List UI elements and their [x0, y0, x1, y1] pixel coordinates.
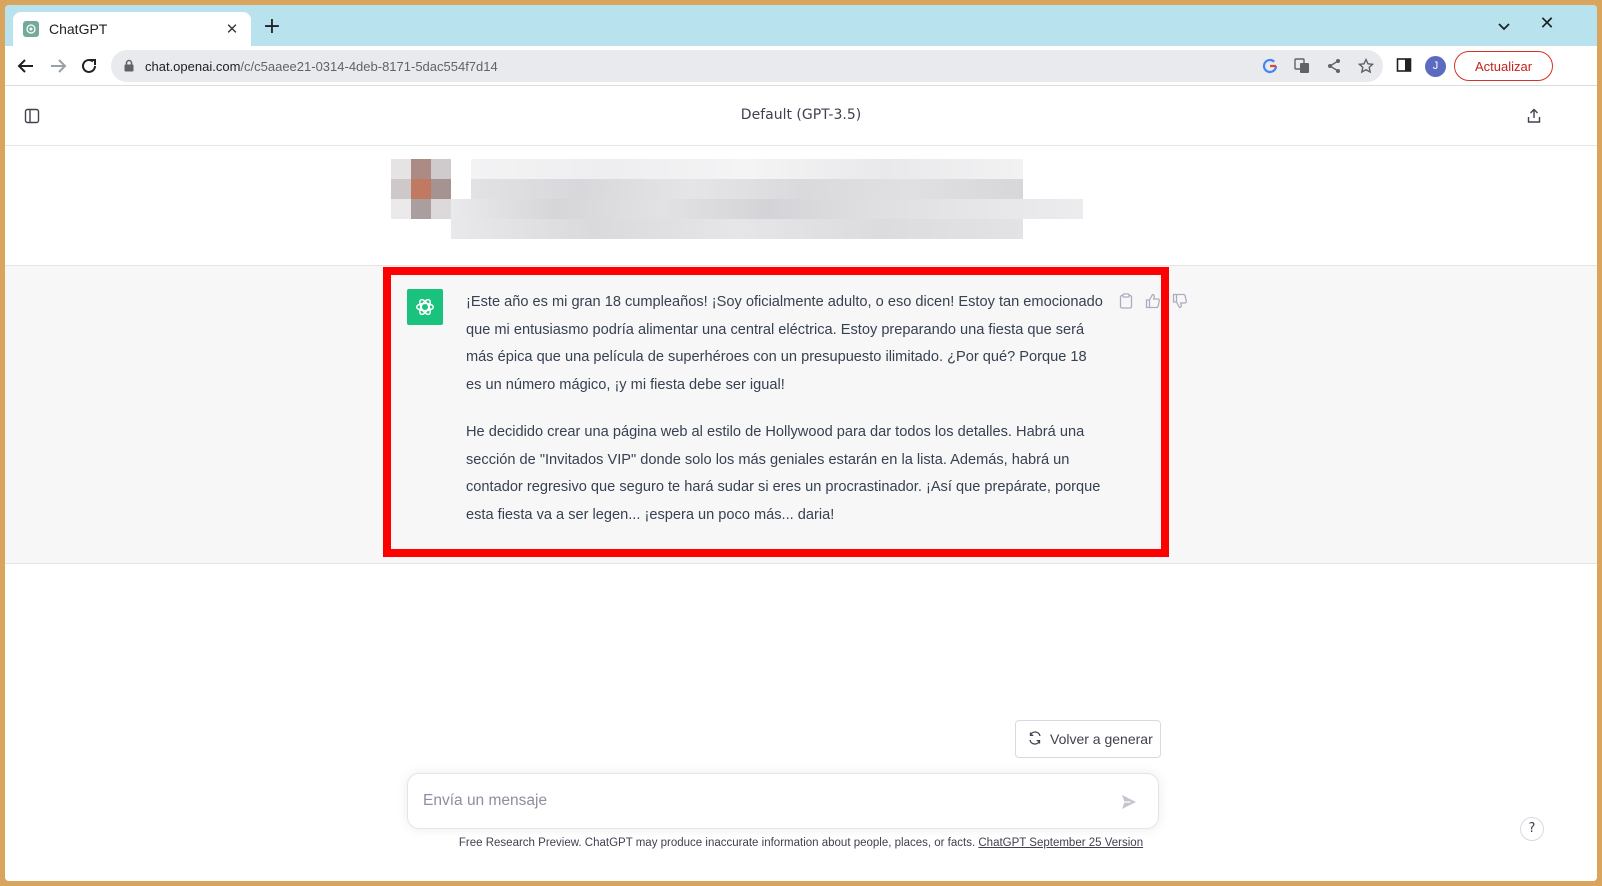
url-text: chat.openai.com/c/c5aaee21-0314-4deb-817…	[145, 59, 498, 74]
chatgpt-avatar	[407, 289, 443, 325]
bookmark-star-icon[interactable]	[1357, 57, 1375, 75]
pixelated-avatar	[411, 179, 431, 199]
pixelated-avatar	[411, 199, 431, 219]
message-paragraph: ¡Este año es mi gran 18 cumpleaños! ¡Soy…	[466, 294, 1103, 394]
regenerate-label: Volver a generar	[1050, 731, 1153, 747]
pixelated-avatar	[391, 159, 411, 179]
chatgpt-page: Default (GPT-3.5) ¡Este año es mi gran 1…	[5, 87, 1597, 881]
side-panel-icon[interactable]	[1396, 57, 1414, 75]
tab-close-icon[interactable]: ✕	[223, 20, 241, 38]
send-icon[interactable]	[1117, 790, 1141, 814]
chevron-down-icon[interactable]	[1495, 17, 1513, 35]
openai-logo-icon	[23, 21, 39, 37]
message-paragraph: He decidido crear una página web al esti…	[466, 423, 1101, 523]
regenerate-button[interactable]: Volver a generar	[1015, 720, 1161, 758]
footer-disclaimer: Free Research Preview. ChatGPT may produ…	[5, 837, 1597, 849]
pixelated-text	[471, 159, 1023, 179]
tab-strip: ChatGPT ✕ + ✕	[5, 5, 1597, 46]
pixelated-avatar	[431, 199, 451, 219]
tab-title: ChatGPT	[49, 21, 108, 37]
forward-arrow-icon[interactable]	[47, 55, 69, 77]
browser-window: ChatGPT ✕ + ✕ chat.openai.com/c/c5aaee21…	[5, 5, 1597, 881]
reload-icon[interactable]	[78, 55, 100, 77]
footer-text: Free Research Preview. ChatGPT may produ…	[458, 837, 976, 849]
share-icon[interactable]	[1325, 57, 1343, 75]
window-close-icon[interactable]: ✕	[1537, 14, 1557, 34]
assistant-message: ¡Este año es mi gran 18 cumpleaños! ¡Soy…	[5, 266, 1597, 564]
pixelated-text	[471, 179, 1023, 199]
openai-logo-icon	[416, 298, 434, 316]
help-button[interactable]: ?	[1520, 817, 1544, 841]
back-arrow-icon[interactable]	[15, 55, 37, 77]
version-link[interactable]: ChatGPT September 25 Version	[978, 837, 1143, 849]
pixelated-avatar	[431, 159, 451, 179]
update-button[interactable]: Actualizar	[1454, 51, 1553, 81]
chat-header: Default (GPT-3.5)	[5, 87, 1597, 146]
pixelated-avatar	[411, 159, 431, 179]
thumbs-down-icon[interactable]	[1171, 292, 1188, 309]
clipboard-icon[interactable]	[1117, 292, 1134, 309]
omnibox-actions	[1261, 57, 1375, 75]
browser-toolbar: chat.openai.com/c/c5aaee21-0314-4deb-817…	[5, 46, 1597, 86]
assistant-message-text: ¡Este año es mi gran 18 cumpleaños! ¡Soy…	[466, 289, 1106, 549]
message-composer	[407, 773, 1159, 829]
pixelated-avatar	[391, 199, 411, 219]
model-title: Default (GPT-3.5)	[740, 107, 862, 123]
message-input[interactable]	[423, 788, 1103, 814]
pixelated-avatar	[391, 179, 411, 199]
pixelated-text	[451, 199, 1083, 219]
user-message-redacted	[5, 147, 1597, 266]
thumbs-up-icon[interactable]	[1144, 292, 1161, 309]
url-domain: chat.openai.com	[145, 58, 241, 74]
lock-icon	[123, 57, 135, 76]
pixelated-avatar	[431, 179, 451, 199]
share-chat-icon[interactable]	[1526, 108, 1542, 124]
message-actions	[1117, 292, 1188, 309]
address-bar[interactable]: chat.openai.com/c/c5aaee21-0314-4deb-817…	[111, 50, 1383, 82]
url-path: /c/c5aaee21-0314-4deb-8171-5dac554f7d14	[240, 58, 498, 74]
pixelated-text	[451, 219, 1023, 239]
profile-avatar[interactable]: J	[1425, 56, 1446, 77]
google-lens-icon[interactable]	[1261, 57, 1279, 75]
translate-icon[interactable]	[1293, 57, 1311, 75]
tab-chatgpt[interactable]: ChatGPT ✕	[13, 12, 251, 46]
refresh-icon	[1028, 730, 1042, 748]
new-tab-button[interactable]: +	[260, 16, 284, 40]
